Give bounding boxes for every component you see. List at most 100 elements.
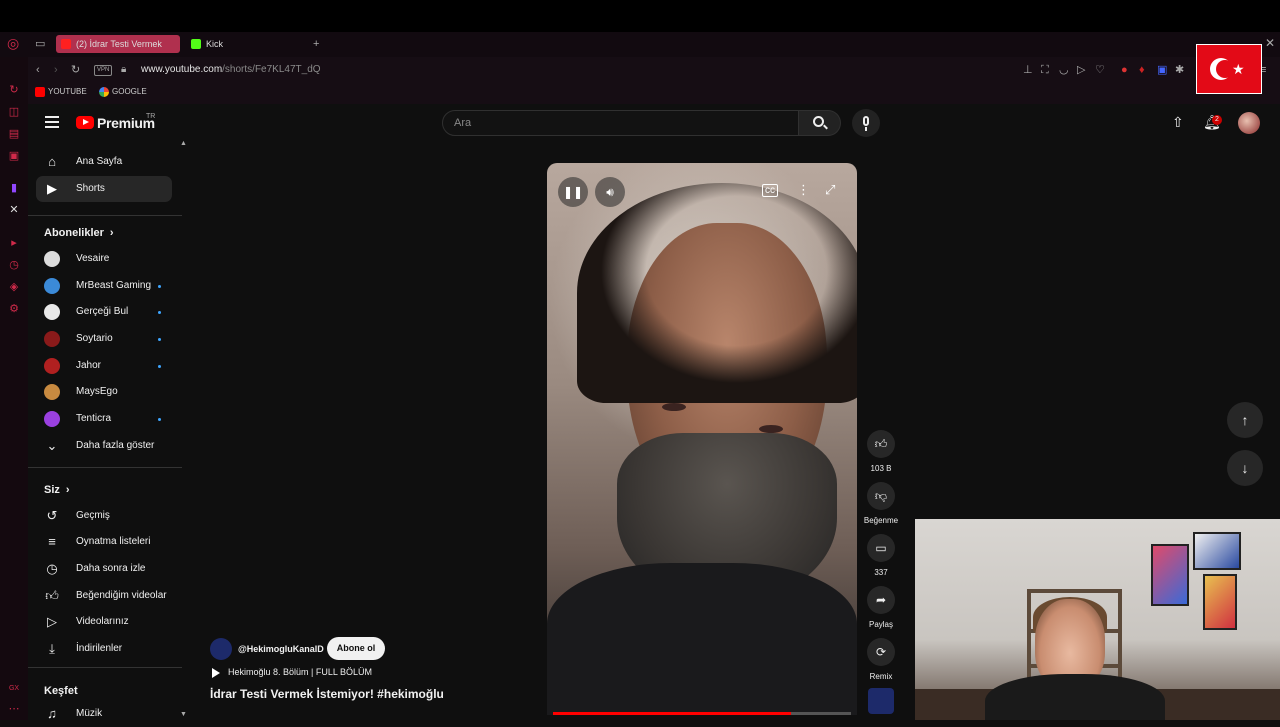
search-input[interactable]: Ara <box>442 110 799 136</box>
player-icon[interactable]: ▷ <box>1077 64 1085 76</box>
pause-button[interactable]: ❚❚ <box>558 177 588 207</box>
sidebar-item-label: MaysEgo <box>76 386 118 397</box>
extension-translate-icon[interactable]: ▣ <box>1157 64 1167 76</box>
sidebar-item-sub-gercegi-bul[interactable]: Gerçeği Bul <box>36 299 172 325</box>
extension-red-icon[interactable]: ● <box>1121 64 1128 76</box>
sidebar-item-home[interactable]: ⌂ Ana Sayfa <box>36 149 172 175</box>
sidebar-item-downloads[interactable]: ⤓ İndirilenler <box>36 636 172 662</box>
more-options-icon[interactable]: ⋮ <box>797 182 810 198</box>
new-tab-button[interactable]: + <box>313 38 319 50</box>
download-icon: ⤓ <box>49 641 55 656</box>
short-video-player[interactable]: ❚❚ 🔊︎ cc ⋮ ⤢ <box>547 163 857 715</box>
like-button[interactable]: 👍︎ <box>867 430 895 458</box>
tab-kick[interactable]: Kick <box>186 35 306 53</box>
sidebar-item-history[interactable]: ↺ Geçmiş <box>36 503 172 529</box>
sidebar-more-icon[interactable]: ⋯ <box>8 703 20 715</box>
sidebar-scroll-up-icon[interactable]: ▲ <box>180 140 187 147</box>
sidebar-item-sub-vesaire[interactable]: Vesaire <box>36 246 172 272</box>
dislike-button[interactable]: 👎︎ <box>867 482 895 510</box>
sidebar-ai-icon[interactable]: ↻ <box>8 84 20 96</box>
new-content-dot <box>158 311 161 314</box>
sidebar-scroll-down-icon[interactable]: ▼ <box>180 711 187 718</box>
vpn-badge[interactable]: VPN <box>94 65 113 76</box>
sidebar-news-icon[interactable]: ▤ <box>8 128 20 140</box>
remix-button[interactable]: ⟳ <box>867 638 895 666</box>
sidebar-item-shorts[interactable]: ▶ Shorts <box>36 176 172 202</box>
share-label: Paylaş <box>868 620 893 629</box>
pin-icon[interactable]: ⊥ <box>1023 64 1033 76</box>
notification-count-badge: 2 <box>1212 115 1222 125</box>
sidebar-m-icon[interactable]: ▣ <box>8 150 20 162</box>
sidebar-item-sub-mrbeast-gaming[interactable]: MrBeast Gaming <box>36 273 172 299</box>
youtube-logo-icon[interactable] <box>76 116 94 129</box>
hamburger-menu-icon[interactable] <box>45 116 59 128</box>
remix-icon: ⟳ <box>875 645 887 659</box>
sidebar-play-icon[interactable]: ▸ <box>8 237 20 249</box>
reload-icon[interactable]: ↻ <box>71 64 80 76</box>
tab-youtube[interactable]: (2) İdrar Testi Vermek <box>56 35 180 53</box>
sidebar-history-icon[interactable]: ◷ <box>8 259 20 271</box>
bookmarks-bar <box>28 84 1280 104</box>
volume-button[interactable]: 🔊︎ <box>595 177 625 207</box>
voice-search-button[interactable] <box>852 109 880 137</box>
tab-label: Kick <box>206 39 224 49</box>
browser-logo-icon[interactable]: ◎ <box>7 36 19 50</box>
close-window-icon[interactable]: ✕ <box>1265 37 1275 49</box>
previous-short-button[interactable]: ↑ <box>1227 402 1263 438</box>
video-progress-bar[interactable] <box>553 712 851 715</box>
extensions-icon[interactable]: ✱ <box>1175 64 1184 76</box>
twitch-icon[interactable]: ▮ <box>8 182 20 194</box>
sidebar-item-sub-maysego[interactable]: MaysEgo <box>36 379 172 405</box>
snapshot-icon[interactable]: ⛶ <box>1041 64 1049 76</box>
subscribe-button[interactable]: Abone ol <box>327 637 385 660</box>
forward-icon[interactable]: › <box>54 64 58 76</box>
sidebar-item-playlists[interactable]: ≡ Oynatma listeleri <box>36 529 172 555</box>
upload-icon[interactable]: ⇧ <box>1172 114 1184 131</box>
tab-manager-icon[interactable]: ▭ <box>35 38 45 50</box>
sidebar-item-liked-videos[interactable]: 👍︎ Beğendiğim videolar <box>36 583 172 609</box>
fullscreen-icon[interactable]: ⤢ <box>825 182 835 198</box>
sidebar-item-your-videos[interactable]: ▷ Videolarınız <box>36 609 172 635</box>
pocket-icon[interactable]: ◡ <box>1059 64 1069 76</box>
bookmark-google[interactable]: GOOGLE <box>99 87 147 97</box>
related-video-link[interactable]: Hekimoğlu 8. Bölüm | FULL BÖLÜM <box>210 667 372 678</box>
channel-avatar[interactable] <box>210 638 232 660</box>
poster-image <box>1193 532 1241 570</box>
comments-button[interactable]: ▭ <box>867 534 895 562</box>
account-avatar[interactable] <box>1238 112 1260 134</box>
sidebar-item-label: Geçmiş <box>76 510 110 521</box>
channel-avatar <box>44 331 60 347</box>
arrow-down-icon: ↓ <box>1241 460 1249 476</box>
sidebar-item-label: MrBeast Gaming <box>76 280 152 291</box>
sidebar-item-sub-soytario[interactable]: Soytario <box>36 326 172 352</box>
sidebar-bag-icon[interactable]: ◫ <box>8 106 20 118</box>
video-title[interactable]: İdrar Testi Vermek İstemiyor! #hekimoğlu <box>210 687 444 701</box>
address-bar[interactable]: www.youtube.com/shorts/Fe7KL47T_dQ <box>141 64 321 75</box>
url-host: www.youtube.com <box>141 64 223 75</box>
subscriptions-heading[interactable]: Abonelikler › <box>44 227 114 239</box>
bookmark-youtube[interactable]: YOUTUBE <box>35 87 87 97</box>
channel-avatar <box>44 278 60 294</box>
sidebar-item-sub-jahor[interactable]: Jahor <box>36 353 172 379</box>
sidebar-item-music[interactable]: ♫ Müzik <box>36 701 172 727</box>
chevron-down-icon: ⌄ <box>46 438 58 453</box>
region-code: TR <box>146 113 156 120</box>
channel-name[interactable]: @HekimogluKanalD <box>238 644 324 654</box>
next-short-button[interactable]: ↓ <box>1227 450 1263 486</box>
heart-icon[interactable]: ♡ <box>1095 64 1105 76</box>
extension-tamper-icon[interactable]: ♦ <box>1139 64 1145 76</box>
captions-icon[interactable]: cc <box>762 184 778 197</box>
sidebar-item-label: Soytario <box>76 333 113 344</box>
sidebar-item-sub-tenticra[interactable]: Tenticra <box>36 406 172 432</box>
sidebar-item-show-more[interactable]: ⌄ Daha fazla göster <box>36 433 172 459</box>
back-icon[interactable]: ‹ <box>36 64 40 76</box>
like-count: 103 B <box>870 464 892 473</box>
sidebar-settings-icon[interactable]: ⚙ <box>8 303 20 315</box>
you-heading[interactable]: Siz › <box>44 484 70 496</box>
sidebar-item-watch-later[interactable]: ◷ Daha sonra izle <box>36 556 172 582</box>
sidebar-cube-icon[interactable]: ◈ <box>8 281 20 293</box>
x-twitter-icon[interactable]: ✕ <box>8 204 20 216</box>
share-button[interactable]: ➦ <box>867 586 895 614</box>
search-button[interactable] <box>799 110 841 136</box>
sound-channel-thumbnail[interactable] <box>868 688 894 714</box>
